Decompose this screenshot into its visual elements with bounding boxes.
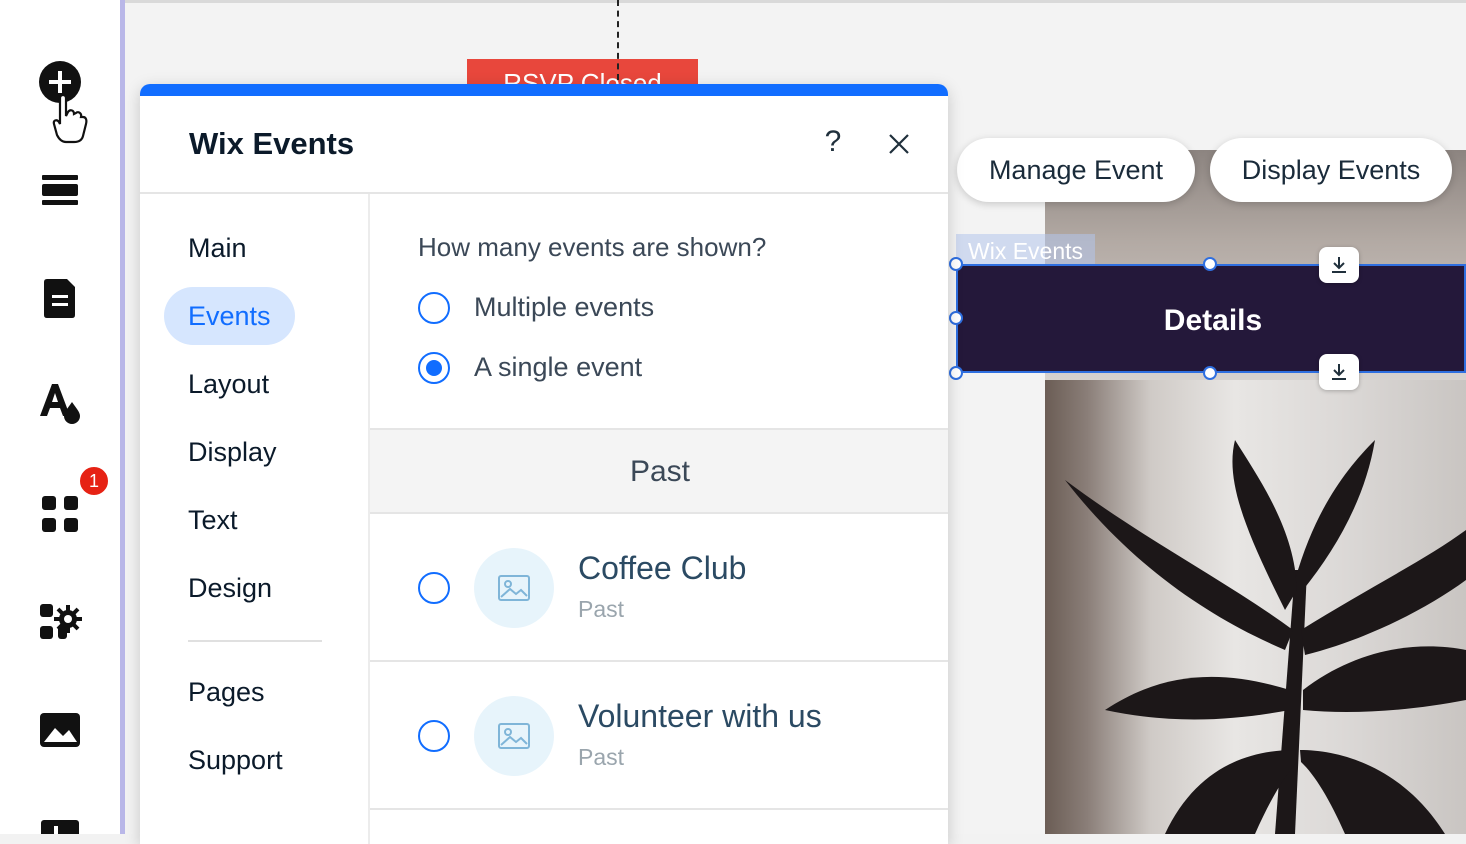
resize-handle-top[interactable] [1203, 257, 1217, 271]
event-title: Volunteer with us [578, 698, 822, 734]
details-button-text[interactable]: Details [958, 266, 1466, 375]
event-status: Past [578, 744, 625, 770]
image-placeholder-icon [498, 723, 530, 749]
manage-event-button[interactable]: Manage Event [957, 138, 1195, 202]
nav-divider [188, 640, 322, 642]
plant-photo[interactable] [1045, 150, 1466, 834]
single-event-radio[interactable] [418, 352, 450, 384]
nav-support[interactable]: Support [164, 731, 307, 789]
download-icon[interactable] [1319, 354, 1359, 390]
download-icon[interactable] [1319, 247, 1359, 283]
wix-events-settings-panel: Wix Events ? Main Events Layout Display … [140, 84, 948, 844]
events-count-question: How many events are shown? [418, 232, 767, 262]
nav-design[interactable]: Design [164, 559, 296, 617]
top-ruler [125, 0, 1466, 3]
notification-badge: 1 [78, 465, 110, 497]
event-row[interactable]: Volunteer with us Past [370, 662, 948, 810]
past-section-header: Past [370, 428, 948, 514]
event-thumbnail [474, 548, 554, 628]
multiple-events-label[interactable]: Multiple events [474, 292, 654, 323]
image-placeholder-icon [498, 575, 530, 601]
nav-pages[interactable]: Pages [164, 663, 289, 721]
panel-drag-bar[interactable] [140, 84, 948, 96]
resize-handle-bl[interactable] [949, 366, 963, 380]
nav-layout[interactable]: Layout [164, 355, 293, 413]
pages-icon[interactable] [38, 276, 82, 320]
left-toolbar: 1 [0, 0, 120, 834]
event-thumbnail [474, 696, 554, 776]
apps-icon[interactable] [38, 492, 82, 536]
business-icon[interactable] [38, 600, 82, 644]
single-event-label[interactable]: A single event [474, 352, 642, 383]
display-events-button[interactable]: Display Events [1210, 138, 1452, 202]
event-select-radio[interactable] [418, 720, 450, 752]
sections-icon[interactable] [38, 168, 82, 212]
nav-events[interactable]: Events [164, 287, 295, 345]
resize-handle-bottom[interactable] [1203, 366, 1217, 380]
nav-main[interactable]: Main [164, 219, 271, 277]
layout-icon[interactable] [38, 812, 82, 834]
event-status: Past [578, 596, 625, 622]
design-icon[interactable] [38, 380, 82, 424]
close-icon[interactable] [879, 124, 919, 164]
event-row[interactable]: Coffee Club Past [370, 514, 948, 662]
multiple-events-radio[interactable] [418, 292, 450, 324]
panel-header: Wix Events ? [140, 96, 948, 194]
nav-text[interactable]: Text [164, 491, 262, 549]
nav-display[interactable]: Display [164, 423, 301, 481]
help-icon[interactable]: ? [813, 122, 853, 162]
event-select-radio[interactable] [418, 572, 450, 604]
selected-events-widget[interactable]: Details [956, 264, 1466, 373]
toolbar-edge [120, 0, 125, 834]
pointer-hand-icon [52, 92, 88, 146]
resize-handle-left[interactable] [949, 311, 963, 325]
panel-nav: Main Events Layout Display Text Design P… [140, 194, 368, 844]
media-icon[interactable] [38, 708, 82, 752]
panel-content: How many events are shown? Multiple even… [368, 194, 948, 844]
guide-line [617, 0, 619, 80]
plant-silhouette [1065, 440, 1466, 834]
resize-handle-tl[interactable] [949, 257, 963, 271]
widget-name-tag: Wix Events [956, 234, 1096, 264]
panel-title: Wix Events [189, 126, 355, 161]
event-title: Coffee Club [578, 550, 747, 586]
